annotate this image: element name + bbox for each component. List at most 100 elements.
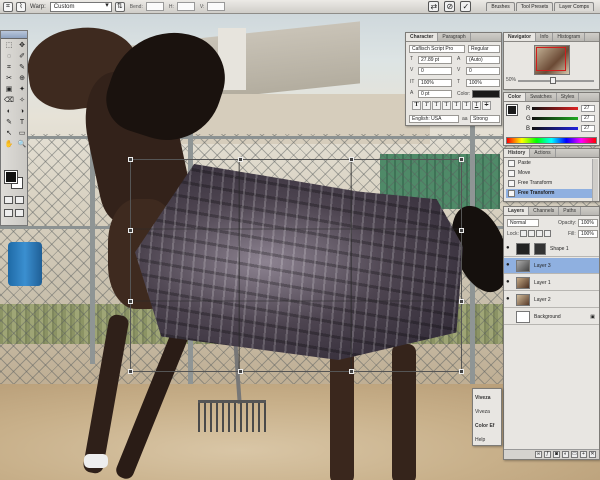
green-channel-value[interactable]: 27 xyxy=(581,115,595,122)
layer-row[interactable]: ● Layer 1 xyxy=(504,275,599,291)
mini-item[interactable]: Help xyxy=(475,437,485,443)
mini-item[interactable]: Color Ef xyxy=(475,423,494,429)
history-scrollbar[interactable] xyxy=(592,159,598,201)
mini-item[interactable]: Viveza xyxy=(475,395,490,401)
lock-transparency-icon[interactable] xyxy=(520,230,527,237)
magic-wand-tool-icon[interactable]: ✐ xyxy=(16,52,28,62)
visibility-eye-icon[interactable]: ● xyxy=(506,262,513,268)
mini-item[interactable]: Viveza xyxy=(475,409,490,415)
tab-paths[interactable]: Paths xyxy=(559,207,582,215)
bend-field[interactable] xyxy=(145,2,164,11)
tab-character[interactable]: Character xyxy=(406,33,439,41)
lasso-tool-icon[interactable]: ◌ xyxy=(3,52,15,62)
transform-handle-tr[interactable] xyxy=(459,157,464,162)
tab-actions[interactable]: Actions xyxy=(530,149,556,157)
zoom-tool-icon[interactable]: 🔍 xyxy=(16,140,28,150)
tab-color[interactable]: Color xyxy=(504,93,527,101)
shape-tool-icon[interactable]: ▭ xyxy=(16,129,28,139)
path-selection-tool-icon[interactable]: ↖ xyxy=(3,129,15,139)
color-spectrum-bar[interactable] xyxy=(506,137,597,144)
leading-field[interactable]: (Auto) xyxy=(466,56,500,64)
navigator-view-box[interactable] xyxy=(536,47,566,71)
marquee-tool-icon[interactable]: ⬚ xyxy=(3,41,15,51)
adjustment-layer-icon[interactable]: ◐ xyxy=(562,451,569,458)
well-tab-brushes[interactable]: Brushes xyxy=(486,2,515,11)
tracking-field[interactable]: 0 xyxy=(466,67,500,75)
red-channel-value[interactable]: 27 xyxy=(581,105,595,112)
transform-handle-tm[interactable] xyxy=(238,157,243,162)
foreground-color-swatch[interactable] xyxy=(4,170,18,184)
blur-tool-icon[interactable]: ◐ xyxy=(3,107,15,117)
transform-handle-br[interactable] xyxy=(459,369,464,374)
tab-histogram[interactable]: Histogram xyxy=(553,33,586,41)
transform-handle-mr[interactable] xyxy=(459,228,464,233)
layer-row[interactable]: ● Shape 1 xyxy=(504,241,599,257)
font-size-field[interactable]: 27.89 pt xyxy=(418,56,452,64)
vertical-scale-field[interactable]: 100% xyxy=(418,79,452,87)
kerning-field[interactable]: 0 xyxy=(418,67,452,75)
horizontal-scale-field[interactable]: 100% xyxy=(466,79,500,87)
cancel-transform-icon[interactable]: ⊘ xyxy=(444,1,456,12)
gradient-tool-icon[interactable]: ✧ xyxy=(16,96,28,106)
link-layers-icon[interactable]: ∞ xyxy=(535,451,542,458)
font-family-select[interactable]: Caflisch Script Pro xyxy=(409,45,465,53)
history-item[interactable]: Free Transform xyxy=(506,179,592,188)
history-item[interactable]: Move xyxy=(506,169,592,178)
zoom-value[interactable]: 50% xyxy=(506,77,516,83)
transform-tool-icon[interactable]: ⌗ xyxy=(3,1,13,12)
red-channel-slider[interactable] xyxy=(532,107,578,110)
tab-layers[interactable]: Layers xyxy=(504,207,530,215)
toggle-transform-icon[interactable]: ⇄ xyxy=(428,1,440,12)
blue-channel-value[interactable]: 27 xyxy=(581,125,595,132)
visibility-eye-icon[interactable] xyxy=(506,313,513,319)
history-item[interactable]: Paste xyxy=(506,159,592,168)
warp-mode-icon[interactable]: ⌇ xyxy=(16,1,26,12)
delete-layer-icon[interactable]: ✕ xyxy=(589,451,596,458)
transform-handle-tl[interactable] xyxy=(128,157,133,162)
small-caps-button[interactable]: T xyxy=(442,101,451,110)
lock-all-icon[interactable] xyxy=(544,230,551,237)
blend-mode-select[interactable]: Normal xyxy=(507,219,539,227)
fill-field[interactable]: 100% xyxy=(578,230,598,238)
new-layer-icon[interactable]: + xyxy=(580,451,587,458)
faux-italic-button[interactable]: T xyxy=(422,101,431,110)
layer-style-icon[interactable]: ƒ xyxy=(544,451,551,458)
transform-handle-mr2[interactable] xyxy=(459,299,464,304)
warp-style-select[interactable]: Custom xyxy=(49,1,112,12)
transform-handle-bm2[interactable] xyxy=(349,369,354,374)
superscript-button[interactable]: T xyxy=(452,101,461,110)
tab-history[interactable]: History xyxy=(504,149,531,157)
visibility-eye-icon[interactable]: ● xyxy=(506,279,513,285)
text-color-swatch[interactable] xyxy=(472,90,500,98)
screen-mode-standard-icon[interactable] xyxy=(4,209,13,217)
color-fg-swatch[interactable] xyxy=(506,104,518,116)
hand-tool-icon[interactable]: ✋ xyxy=(3,140,15,150)
tab-paragraph[interactable]: Paragraph xyxy=(438,33,471,41)
tab-styles[interactable]: Styles xyxy=(557,93,580,101)
healing-brush-tool-icon[interactable]: ✂ xyxy=(3,74,15,84)
type-tool-icon[interactable]: T xyxy=(16,118,28,128)
lock-image-icon[interactable] xyxy=(528,230,535,237)
add-mask-icon[interactable]: ◙ xyxy=(553,451,560,458)
transform-handle-ml2[interactable] xyxy=(128,299,133,304)
orientation-icon[interactable]: ⇅ xyxy=(114,1,125,12)
baseline-shift-field[interactable]: 0 pt xyxy=(418,90,452,98)
antialias-select[interactable]: Strong xyxy=(470,115,500,123)
transform-handle-tm2[interactable] xyxy=(349,157,354,162)
green-channel-slider[interactable] xyxy=(532,117,578,120)
slice-tool-icon[interactable]: ✎ xyxy=(16,63,28,73)
h-distortion-field[interactable] xyxy=(176,2,195,11)
well-tab-layer-comps[interactable]: Layer Comps xyxy=(554,2,594,11)
free-transform-bounding-box[interactable] xyxy=(128,157,464,374)
tab-swatches[interactable]: Swatches xyxy=(526,93,557,101)
visibility-eye-icon[interactable]: ● xyxy=(506,296,513,302)
zoom-slider-track[interactable] xyxy=(518,80,594,82)
toolbox-header[interactable] xyxy=(1,31,27,39)
v-distortion-field[interactable] xyxy=(207,2,226,11)
history-item-selected[interactable]: Free Transform xyxy=(506,189,592,198)
tab-channels[interactable]: Channels xyxy=(529,207,560,215)
subscript-button[interactable]: T xyxy=(462,101,471,110)
faux-bold-button[interactable]: T xyxy=(412,101,421,110)
eraser-tool-icon[interactable]: ⌫ xyxy=(3,96,15,106)
lock-position-icon[interactable] xyxy=(536,230,543,237)
